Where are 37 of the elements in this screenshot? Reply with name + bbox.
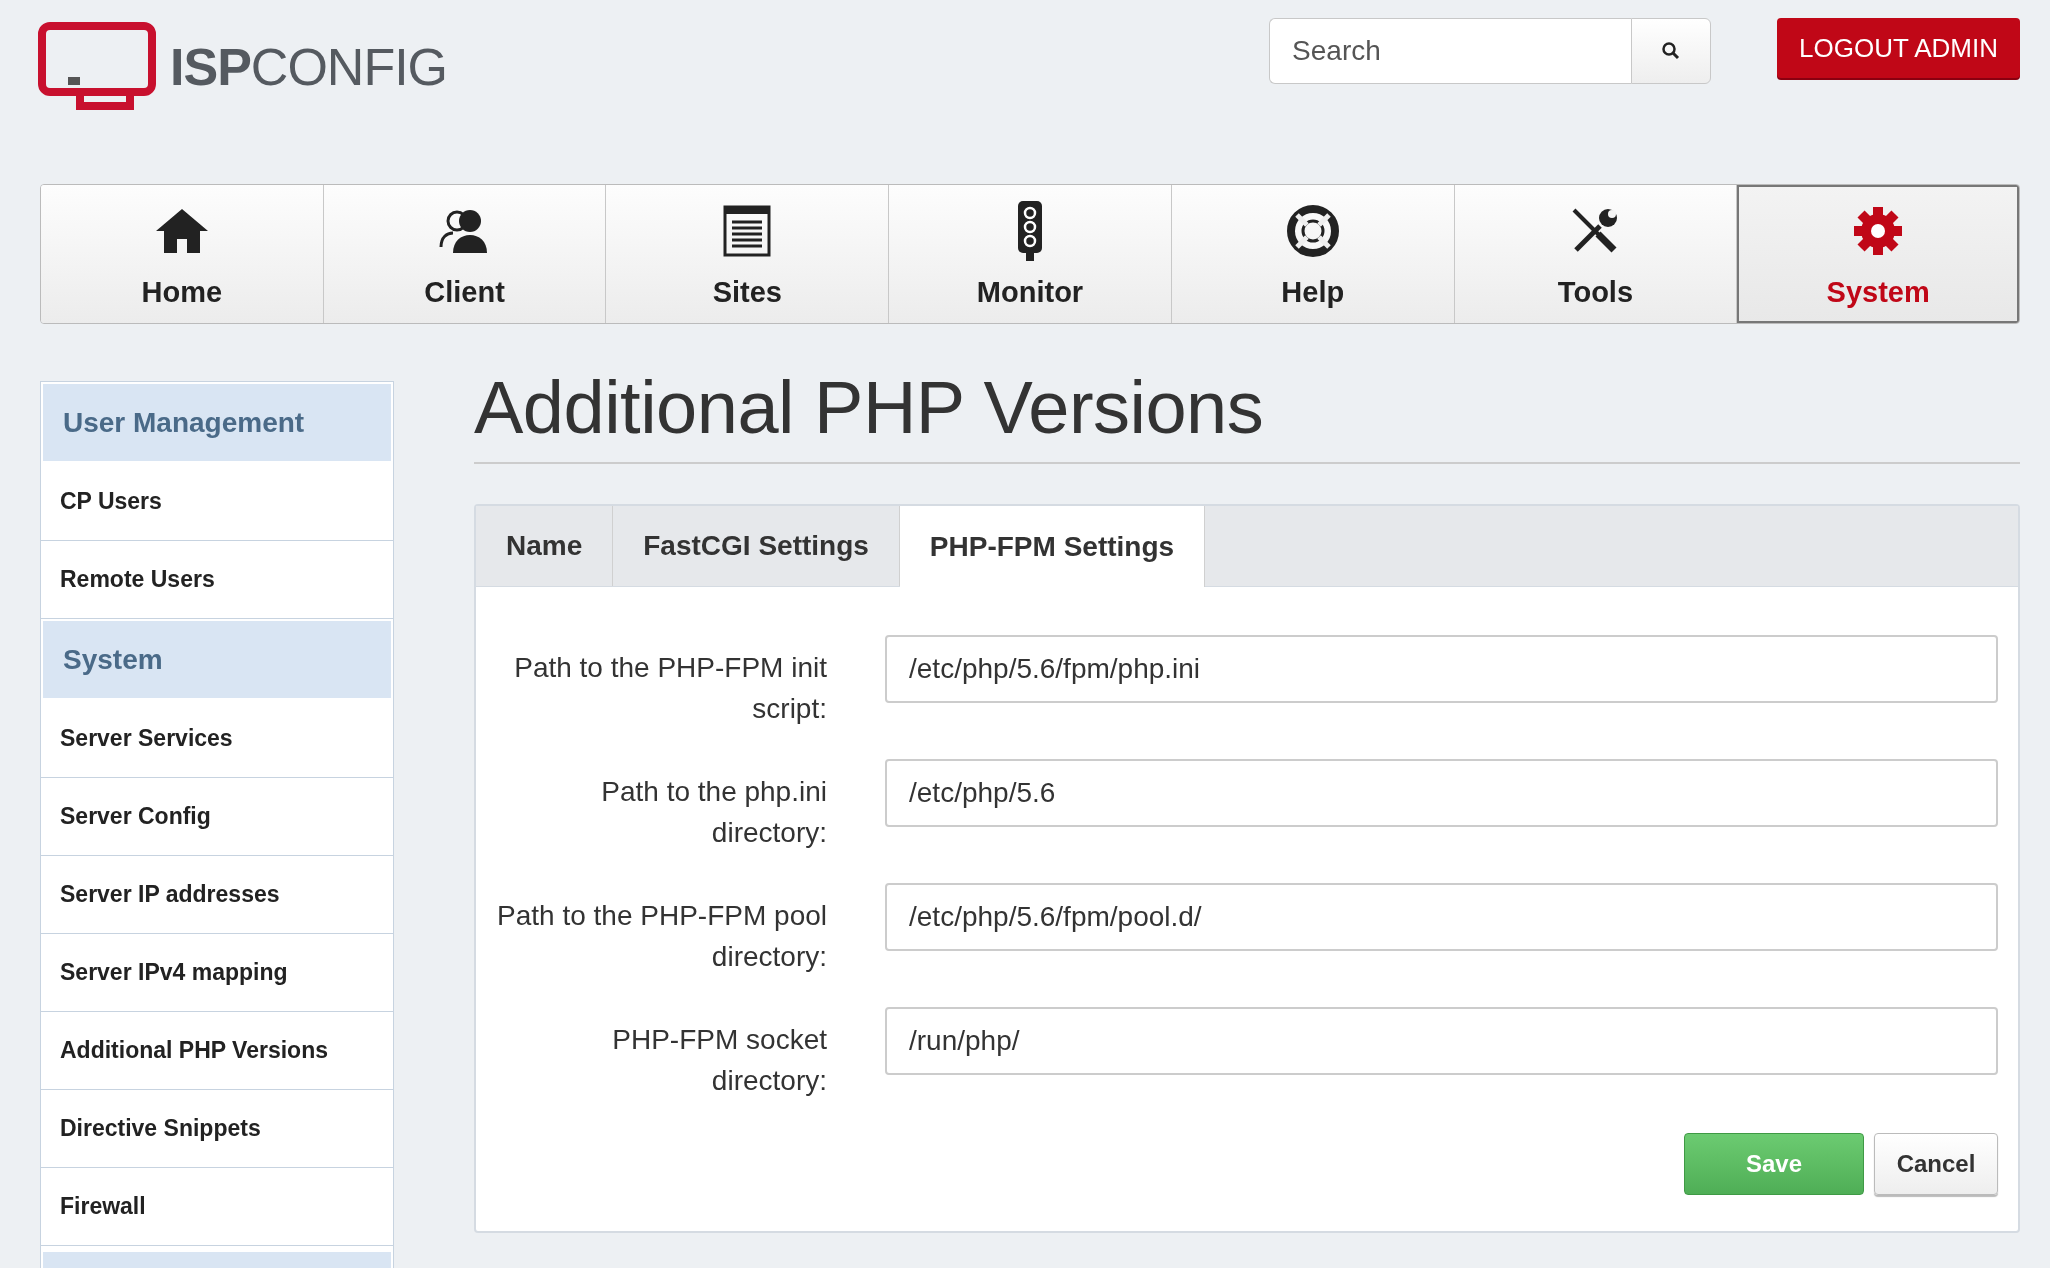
nav-tab[interactable]: Tools — [1454, 185, 1738, 323]
field-label: Path to the php.ini directory: — [600, 775, 827, 850]
browser-window-icon — [723, 205, 772, 257]
cancel-button[interactable]: Cancel — [1874, 1133, 1998, 1195]
field-label: Path to the PHP-FPM init script: — [513, 651, 827, 726]
nav-tab[interactable]: Sites — [606, 185, 890, 323]
sidebar-item[interactable]: Firewall — [41, 1168, 393, 1246]
logout-button[interactable]: LOGOUT ADMIN — [1777, 18, 2020, 78]
nav-tab[interactable]: Home — [41, 185, 324, 323]
nav-tab[interactable]: System — [1737, 185, 2019, 323]
field-label: Path to the PHP-FPM pool directory: — [496, 899, 827, 974]
traffic-light-icon — [1017, 200, 1043, 262]
lifebuoy-icon — [1286, 205, 1339, 257]
search-icon — [1661, 41, 1682, 61]
search-button[interactable] — [1631, 18, 1712, 84]
input-field[interactable]: /etc/php/5.6/fpm/pool.d/ — [885, 883, 1998, 951]
monitor-logo-icon — [38, 22, 156, 112]
page-title: Additional PHP Versions — [474, 365, 2020, 464]
form-tab[interactable]: PHP-FPM Settings — [899, 506, 1206, 587]
sidebar-item[interactable]: Server IP addresses — [41, 856, 393, 934]
sidebar-section-header: System — [41, 619, 393, 700]
input-field[interactable]: /etc/php/5.6 — [885, 759, 1998, 827]
sidebar-item[interactable]: Additional PHP Versions — [41, 1012, 393, 1090]
input-field[interactable]: /etc/php/5.6/fpm/php.ini — [885, 635, 1998, 703]
sidebar-section-header: User Management — [41, 382, 393, 463]
sidebar-item[interactable]: Server Services — [41, 700, 393, 778]
search-field[interactable]: Search — [1269, 18, 1632, 84]
logo-text: ISPCONFIG — [170, 37, 448, 97]
sidebar-item[interactable]: Server Config — [41, 778, 393, 856]
nav-tab[interactable]: Monitor — [889, 185, 1172, 323]
sidebar-item[interactable]: Server IPv4 mapping — [41, 934, 393, 1012]
sidebar-item[interactable]: Directive Snippets — [41, 1090, 393, 1168]
sidebar-item[interactable]: CP Users — [41, 463, 393, 541]
nav-tab[interactable]: Help — [1171, 185, 1455, 323]
nav-tab[interactable]: Client — [323, 185, 607, 323]
field-label: PHP-FPM socket directory: — [611, 1023, 827, 1098]
input-field[interactable]: /run/php/ — [885, 1007, 1998, 1075]
